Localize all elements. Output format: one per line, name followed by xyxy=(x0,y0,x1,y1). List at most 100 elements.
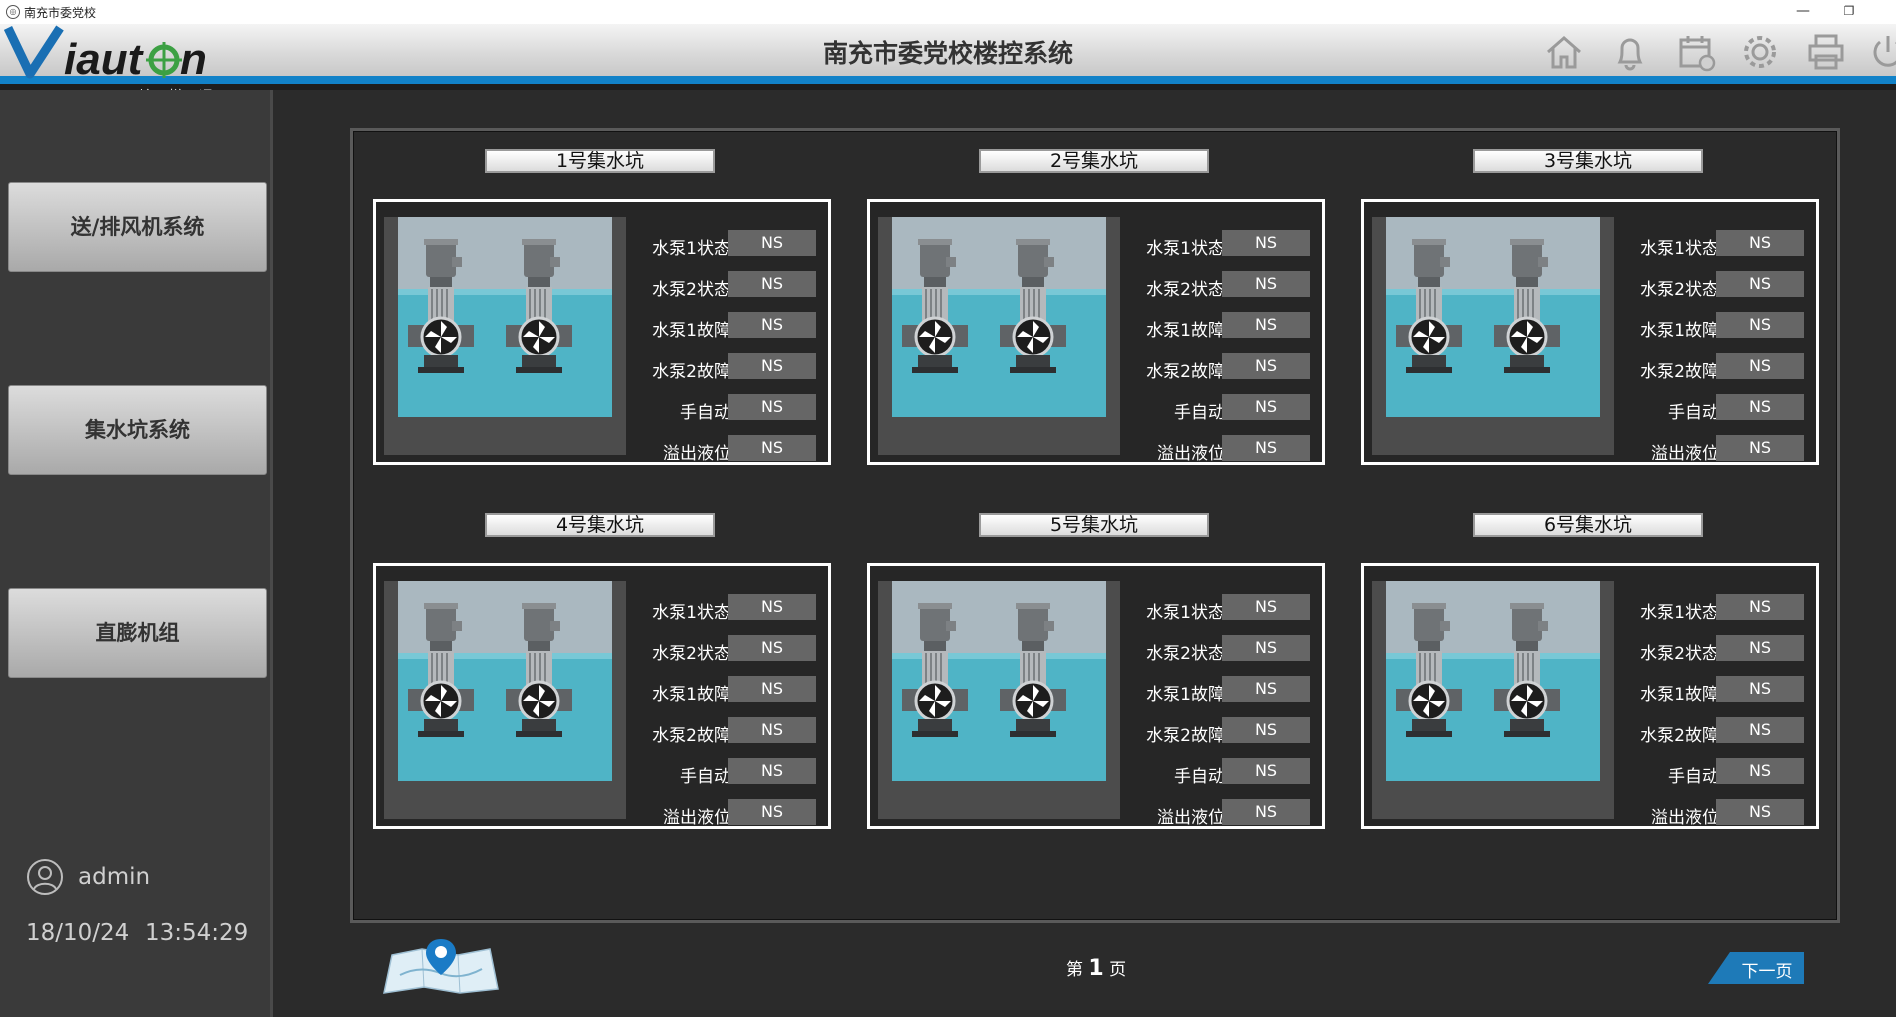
status-label: 水泵1状态 xyxy=(1146,603,1225,623)
sump-pit-illustration xyxy=(384,581,626,819)
status-value: NS xyxy=(1222,230,1310,256)
status-label: 水泵1故障 xyxy=(1640,685,1719,705)
status-label: 水泵2故障 xyxy=(652,726,731,746)
status-label: 水泵2故障 xyxy=(1146,726,1225,746)
status-value: NS xyxy=(1222,312,1310,338)
sump-pit-title[interactable]: 6号集水坑 xyxy=(1473,513,1703,537)
status-value: NS xyxy=(728,717,816,743)
status-value: NS xyxy=(728,758,816,784)
status-label: 水泵2状态 xyxy=(1146,644,1225,664)
calendar-icon[interactable] xyxy=(1674,30,1718,74)
svg-text:n: n xyxy=(180,35,207,84)
status-label: 溢出液位 xyxy=(1651,444,1719,464)
sump-pit-card: 2号集水坑 水泵1状态 NS 水泵2状态 NS 水泵1故障 NS 水泵2故障 N… xyxy=(867,149,1327,465)
status-value: NS xyxy=(728,312,816,338)
status-value: NS xyxy=(728,230,816,256)
status-label: 溢出液位 xyxy=(1157,808,1225,828)
page-prefix: 第 xyxy=(1066,960,1083,980)
status-label: 水泵1故障 xyxy=(652,685,731,705)
sump-pit-box: 水泵1状态 NS 水泵2状态 NS 水泵1故障 NS 水泵2故障 NS 手自动 … xyxy=(867,563,1325,829)
map-icon[interactable] xyxy=(380,935,502,997)
status-value: NS xyxy=(1222,676,1310,702)
gear-icon[interactable] xyxy=(1738,30,1782,74)
status-value: NS xyxy=(1716,799,1804,825)
status-value: NS xyxy=(1716,758,1804,784)
sump-pit-box: 水泵1状态 NS 水泵2状态 NS 水泵1故障 NS 水泵2故障 NS 手自动 … xyxy=(867,199,1325,465)
sump-pit-box: 水泵1状态 NS 水泵2状态 NS 水泵1故障 NS 水泵2故障 NS 手自动 … xyxy=(373,199,831,465)
status-label: 水泵2状态 xyxy=(1640,644,1719,664)
status-value: NS xyxy=(728,594,816,620)
status-label: 水泵2状态 xyxy=(1640,280,1719,300)
status-value: NS xyxy=(1716,271,1804,297)
sump-pit-card: 5号集水坑 水泵1状态 NS 水泵2状态 NS 水泵1故障 NS 水泵2故障 N… xyxy=(867,513,1327,829)
status-label: 手自动 xyxy=(680,767,731,787)
minimize-button[interactable]: — xyxy=(1780,0,1826,24)
status-label: 水泵2状态 xyxy=(652,280,731,300)
sump-pit-title[interactable]: 4号集水坑 xyxy=(485,513,715,537)
sump-pit-illustration xyxy=(1372,217,1614,455)
status-value: NS xyxy=(1716,230,1804,256)
status-label: 溢出液位 xyxy=(1157,444,1225,464)
status-value: NS xyxy=(1222,594,1310,620)
user-name: admin xyxy=(78,864,151,890)
status-value: NS xyxy=(1222,435,1310,461)
home-icon[interactable] xyxy=(1542,30,1586,74)
sidebar-item-sump-pit[interactable]: 集水坑系统 xyxy=(8,385,267,475)
status-value: NS xyxy=(1222,635,1310,661)
status-value: NS xyxy=(1716,435,1804,461)
sump-pit-card: 3号集水坑 水泵1状态 NS 水泵2状态 NS 水泵1故障 NS 水泵2故障 N… xyxy=(1361,149,1821,465)
sump-pit-panel: 1号集水坑 水泵1状态 NS 水泵2状态 NS 水泵1故障 NS 水泵2故障 N… xyxy=(350,128,1840,923)
power-icon[interactable] xyxy=(1866,30,1896,74)
next-page-label: 下一页 xyxy=(1741,962,1793,982)
status-value: NS xyxy=(1716,717,1804,743)
status-label: 水泵2状态 xyxy=(1146,280,1225,300)
status-value: NS xyxy=(1716,594,1804,620)
sump-pit-box: 水泵1状态 NS 水泵2状态 NS 水泵1故障 NS 水泵2故障 NS 手自动 … xyxy=(1361,199,1819,465)
status-label: 水泵2故障 xyxy=(1640,726,1719,746)
bell-icon[interactable] xyxy=(1608,30,1652,74)
sidebar-item-ventilation[interactable]: 送/排风机系统 xyxy=(8,182,267,272)
status-label: 水泵2状态 xyxy=(652,644,731,664)
status-value: NS xyxy=(1222,394,1310,420)
status-label: 手自动 xyxy=(1174,403,1225,423)
status-value: NS xyxy=(1222,758,1310,784)
status-value: NS xyxy=(1716,394,1804,420)
sump-pit-title[interactable]: 2号集水坑 xyxy=(979,149,1209,173)
status-value: NS xyxy=(1716,635,1804,661)
sump-pit-title[interactable]: 5号集水坑 xyxy=(979,513,1209,537)
status-value: NS xyxy=(728,353,816,379)
sidebar-item-dx-unit[interactable]: 直膨机组 xyxy=(8,588,267,678)
next-page-button[interactable]: 下一页 xyxy=(1708,952,1804,984)
status-value: NS xyxy=(728,435,816,461)
sump-pit-title[interactable]: 1号集水坑 xyxy=(485,149,715,173)
sump-pit-illustration xyxy=(1372,581,1614,819)
status-label: 水泵1故障 xyxy=(1640,321,1719,341)
restore-button[interactable]: ❐ xyxy=(1826,0,1872,24)
current-time: 13:54:29 xyxy=(145,920,249,946)
status-value: NS xyxy=(1222,799,1310,825)
window-title: 南充市委党校 xyxy=(24,6,97,20)
sump-pit-illustration xyxy=(878,581,1120,819)
sump-pit-box: 水泵1状态 NS 水泵2状态 NS 水泵1故障 NS 水泵2故障 NS 手自动 … xyxy=(1361,563,1819,829)
current-date: 18/10/24 xyxy=(26,920,130,946)
user-avatar-icon xyxy=(26,858,64,896)
status-label: 水泵2故障 xyxy=(652,362,731,382)
status-label: 手自动 xyxy=(680,403,731,423)
sump-pit-card: 1号集水坑 水泵1状态 NS 水泵2状态 NS 水泵1故障 NS 水泵2故障 N… xyxy=(373,149,833,465)
status-value: NS xyxy=(1716,353,1804,379)
header-divider xyxy=(0,84,1896,90)
status-value: NS xyxy=(728,635,816,661)
status-label: 水泵2故障 xyxy=(1146,362,1225,382)
status-label: 水泵1状态 xyxy=(1640,603,1719,623)
status-value: NS xyxy=(1222,353,1310,379)
status-label: 溢出液位 xyxy=(663,444,731,464)
sump-pit-illustration xyxy=(384,217,626,455)
page-suffix: 页 xyxy=(1109,960,1127,980)
sump-pit-title[interactable]: 3号集水坑 xyxy=(1473,149,1703,173)
status-value: NS xyxy=(1716,676,1804,702)
printer-icon[interactable] xyxy=(1804,30,1848,74)
page-indicator: 第 1 页 xyxy=(1066,955,1126,981)
sump-pit-box: 水泵1状态 NS 水泵2状态 NS 水泵1故障 NS 水泵2故障 NS 手自动 … xyxy=(373,563,831,829)
status-value: NS xyxy=(1222,717,1310,743)
status-value: NS xyxy=(728,271,816,297)
